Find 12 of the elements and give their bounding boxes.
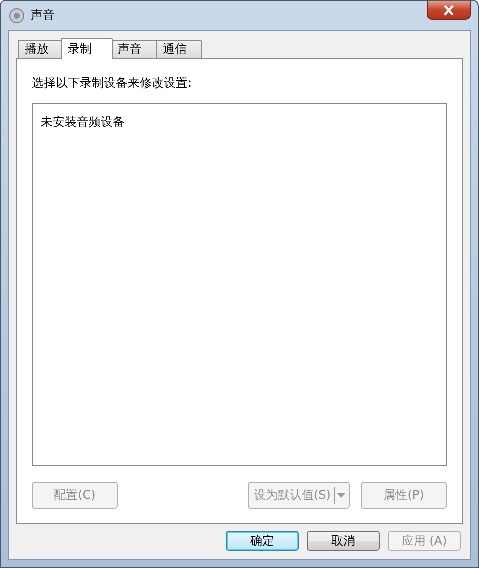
window-title: 声音 xyxy=(31,7,55,24)
dialog-button[interactable]: 确定 xyxy=(226,531,299,551)
tab[interactable]: 播放 xyxy=(18,40,64,58)
dialog-button[interactable]: 取消 xyxy=(307,531,380,551)
prompt-text: 选择以下录制设备来修改设置: xyxy=(32,75,194,92)
caret-icon xyxy=(336,493,346,498)
tab[interactable]: 声音 xyxy=(111,40,157,58)
empty-message: 未安装音频设备 xyxy=(41,115,125,129)
close-icon xyxy=(443,4,455,16)
tab[interactable]: 录制 xyxy=(61,38,113,59)
tab[interactable]: 通信 xyxy=(156,40,202,58)
close-button[interactable] xyxy=(427,1,471,20)
